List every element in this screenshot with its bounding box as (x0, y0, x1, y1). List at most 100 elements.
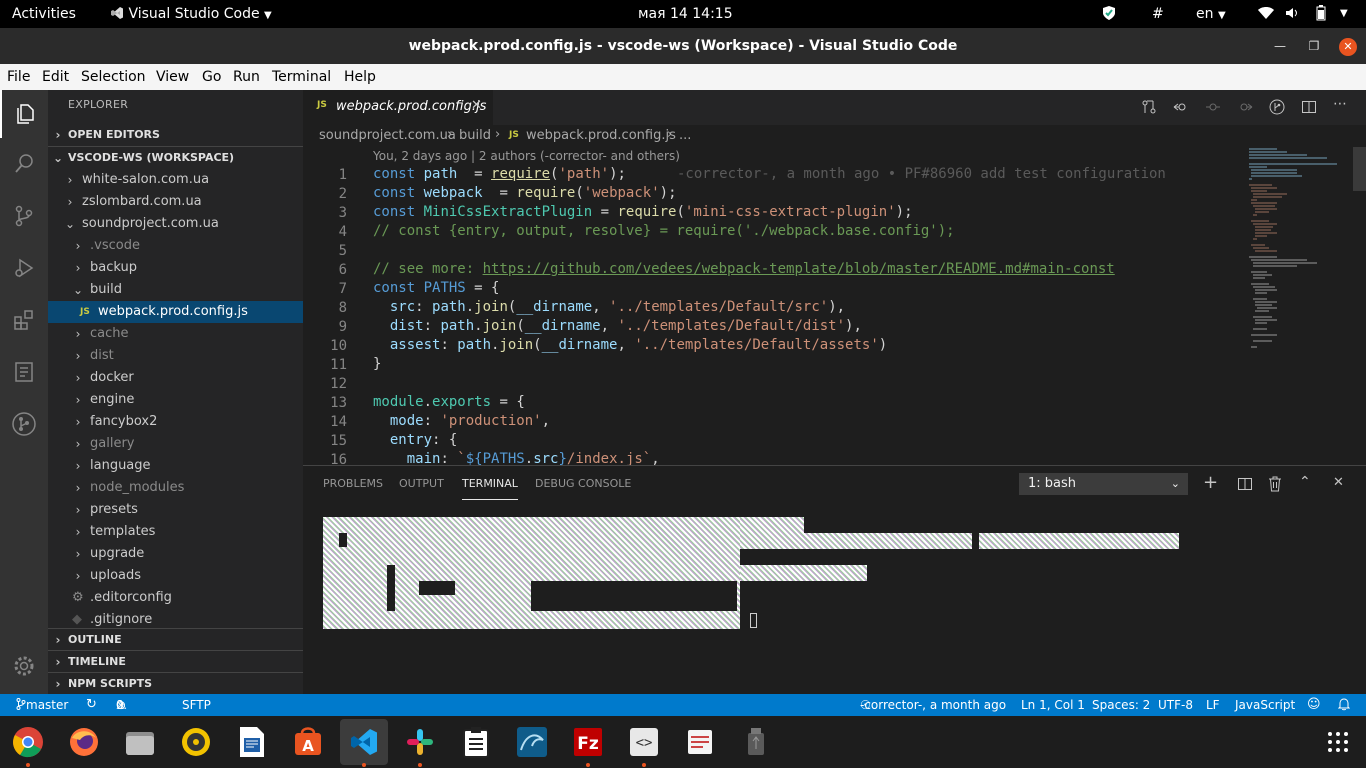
tree-folder-node-modules[interactable]: › node_modules (48, 477, 303, 499)
wifi-icon[interactable] (1258, 0, 1274, 28)
outline-section[interactable]: › OUTLINE (48, 629, 303, 651)
menu-selection[interactable]: Selection (81, 64, 146, 90)
breadcrumb-item[interactable]: ... (679, 128, 691, 143)
menu-file[interactable]: File (7, 64, 30, 90)
extensions-icon[interactable] (0, 296, 48, 344)
close-tab-icon[interactable]: ✕ (471, 98, 482, 113)
split-terminal-icon[interactable] (1237, 476, 1253, 496)
vscode-dock-icon[interactable] (340, 719, 388, 765)
volume-icon[interactable] (1286, 0, 1300, 28)
workspace-section[interactable]: ⌄ VSCODE-WS (WORKSPACE) (48, 147, 303, 169)
new-terminal-icon[interactable]: + (1203, 474, 1218, 492)
firefox-icon[interactable] (64, 722, 104, 762)
tree-file-webpack-prod-config[interactable]: JS webpack.prod.config.js (48, 301, 303, 323)
manage-gear-icon[interactable] (0, 642, 48, 690)
software-center-icon[interactable]: A (288, 722, 328, 762)
tab-terminal[interactable]: TERMINAL (462, 466, 518, 500)
previous-change-icon[interactable] (1173, 99, 1189, 119)
more-actions-icon[interactable]: ⋯ (1333, 96, 1347, 112)
run-debug-icon[interactable] (0, 244, 48, 292)
tree-folder-cache[interactable]: › cache (48, 323, 303, 345)
show-applications-icon[interactable] (1318, 722, 1358, 762)
timeline-section[interactable]: › TIMELINE (48, 651, 303, 673)
menu-edit[interactable]: Edit (42, 64, 69, 90)
maximize-panel-icon[interactable]: ⌃ (1299, 474, 1311, 490)
tree-folder-zslombard[interactable]: › zslombard.com.ua (48, 191, 303, 213)
open-changes-icon[interactable] (1141, 99, 1157, 119)
editor-scrollbar[interactable] (1353, 147, 1366, 191)
slack-tray-icon[interactable]: # (1152, 0, 1164, 28)
tab-problems[interactable]: PROBLEMS (323, 466, 383, 502)
tree-folder-uploads[interactable]: › uploads (48, 565, 303, 587)
activities-button[interactable]: Activities (12, 0, 76, 28)
menu-view[interactable]: View (156, 64, 189, 90)
git-branch[interactable]: master (16, 694, 68, 716)
slack-icon[interactable] (400, 722, 440, 762)
system-menu-chevron-icon[interactable]: ▼ (1340, 0, 1348, 28)
keyboard-layout[interactable]: en ▼ (1196, 0, 1226, 28)
mail-app-icon[interactable] (680, 722, 720, 762)
tree-folder-language[interactable]: › language (48, 455, 303, 477)
notifications-bell-icon[interactable] (1337, 694, 1351, 716)
git-graph-icon[interactable] (0, 400, 48, 448)
terminal-select[interactable]: 1: bash ⌄ (1019, 473, 1188, 495)
source-control-icon[interactable] (0, 192, 48, 240)
tree-folder-templates[interactable]: › templates (48, 521, 303, 543)
rhythmbox-icon[interactable] (176, 722, 216, 762)
code-editor-app-icon[interactable]: <> (624, 722, 664, 762)
encoding[interactable]: UTF-8 (1158, 694, 1193, 716)
breadcrumb-item[interactable]: soundproject.com.ua (319, 128, 456, 143)
chrome-icon[interactable] (8, 722, 48, 762)
language-mode[interactable]: JavaScript (1235, 694, 1295, 716)
indentation[interactable]: Spaces: 2 (1092, 694, 1150, 716)
tab-debug-console[interactable]: DEBUG CONSOLE (535, 466, 631, 502)
battery-icon[interactable] (1316, 0, 1326, 28)
tree-folder-engine[interactable]: › engine (48, 389, 303, 411)
maximize-button[interactable]: ❐ (1299, 28, 1329, 64)
close-window-button[interactable]: ✕ (1333, 28, 1363, 64)
sftp-status[interactable]: SFTP (182, 694, 211, 716)
menu-run[interactable]: Run (233, 64, 260, 90)
breadcrumb-item[interactable]: webpack.prod.config.js (526, 128, 676, 143)
writer-icon[interactable] (232, 722, 272, 762)
cursor-position[interactable]: Ln 1, Col 1 (1021, 694, 1085, 716)
files-icon[interactable] (120, 722, 160, 762)
sync-icon[interactable]: ↻ (86, 694, 97, 716)
remote-explorer-icon[interactable] (0, 348, 48, 396)
tree-file-editorconfig[interactable]: ⚙ .editorconfig (48, 587, 303, 609)
tab-output[interactable]: OUTPUT (399, 466, 444, 502)
trash-icon[interactable] (1268, 476, 1282, 496)
menu-go[interactable]: Go (202, 64, 221, 90)
explorer-icon[interactable] (0, 90, 48, 138)
tree-folder-docker[interactable]: › docker (48, 367, 303, 389)
clock[interactable]: мая 14 14:15 (638, 0, 733, 28)
app-menu[interactable]: Visual Studio Code ▼ (110, 0, 272, 28)
tree-folder-fancybox2[interactable]: › fancybox2 (48, 411, 303, 433)
shield-icon[interactable] (1102, 0, 1116, 28)
tree-folder-white-salon[interactable]: › white-salon.com.ua (48, 169, 303, 191)
menu-help[interactable]: Help (344, 64, 376, 90)
end-of-line[interactable]: LF (1206, 694, 1220, 716)
open-editors-section[interactable]: › OPEN EDITORS (48, 124, 303, 146)
breadcrumb-item[interactable]: build (459, 128, 491, 143)
search-icon[interactable] (0, 140, 48, 188)
tree-folder-presets[interactable]: › presets (48, 499, 303, 521)
tree-folder-build[interactable]: ⌄ build (48, 279, 303, 301)
tree-folder-upgrade[interactable]: › upgrade (48, 543, 303, 565)
minimap[interactable] (1247, 147, 1353, 357)
tab-webpack-prod-config[interactable]: JS webpack.prod.config.js ✕ (303, 90, 493, 125)
minimize-button[interactable]: — (1265, 28, 1295, 64)
mysql-workbench-icon[interactable] (512, 722, 552, 762)
tree-folder-dist[interactable]: › dist (48, 345, 303, 367)
tree-folder-soundproject[interactable]: ⌄ soundproject.com.ua (48, 213, 303, 235)
split-editor-icon[interactable] (1301, 99, 1317, 119)
usb-drive-icon[interactable] (736, 722, 776, 762)
tree-folder-gallery[interactable]: › gallery (48, 433, 303, 455)
revision-dot-icon[interactable] (1205, 99, 1221, 119)
tree-folder-vscode[interactable]: › .vscode (48, 235, 303, 257)
next-change-icon[interactable] (1237, 99, 1253, 119)
code-editor[interactable]: You, 2 days ago | 2 authors (-corrector-… (303, 147, 1366, 465)
clipboard-icon[interactable] (456, 722, 496, 762)
gitlens-icon[interactable] (1269, 99, 1285, 119)
menu-terminal[interactable]: Terminal (272, 64, 331, 90)
